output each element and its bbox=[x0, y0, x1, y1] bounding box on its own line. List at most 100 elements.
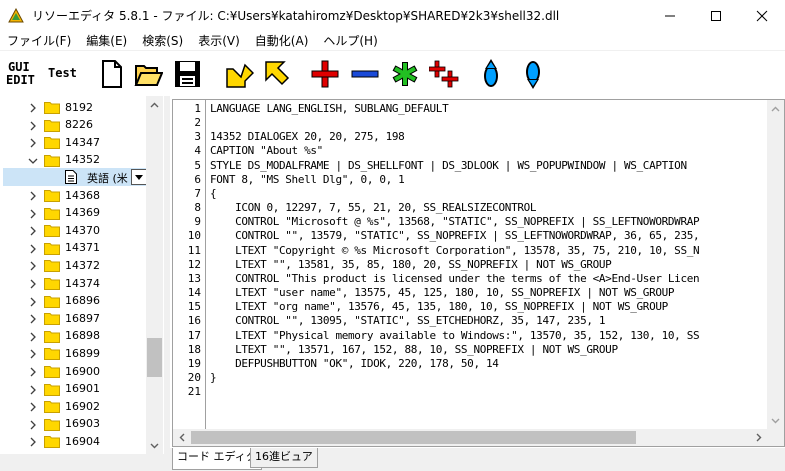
tree-item[interactable]: 8192 bbox=[0, 98, 146, 116]
tree-item[interactable]: 14347 bbox=[0, 133, 146, 151]
code-editor[interactable]: 1 2 3 4 5 6 7 8 9 10 11 12 13 14 15 16 17 18 19 20 21 LANGUA… bbox=[172, 99, 785, 447]
move-down-button[interactable] bbox=[518, 58, 548, 90]
code-line[interactable]: CAPTION "About %s" bbox=[210, 144, 323, 158]
code-line[interactable]: LTEXT "user name", 13575, 45, 125, 180, … bbox=[210, 286, 674, 300]
tab-hex-viewer[interactable]: 16進ビュア bbox=[250, 448, 318, 468]
editor-scroll-right-button[interactable] bbox=[750, 429, 767, 446]
menu-search[interactable]: 検索(S) bbox=[135, 32, 191, 49]
code-line[interactable]: LANGUAGE LANG_ENGLISH, SUBLANG_DEFAULT bbox=[210, 102, 449, 116]
close-button[interactable] bbox=[739, 0, 785, 31]
tree-item[interactable]: 16902 bbox=[0, 397, 146, 415]
chevron-right-icon[interactable] bbox=[28, 278, 38, 289]
code-line[interactable]: } bbox=[210, 371, 217, 385]
tree-scroll-thumb[interactable] bbox=[147, 338, 162, 377]
new-file-button[interactable] bbox=[96, 58, 126, 90]
tree-item[interactable]: 16896 bbox=[0, 292, 146, 310]
editor-vertical-scrollbar[interactable] bbox=[767, 100, 784, 429]
menu-file[interactable]: ファイル(F) bbox=[0, 32, 79, 49]
minimize-button[interactable] bbox=[647, 0, 693, 31]
tree-item[interactable]: 14372 bbox=[0, 256, 146, 274]
move-down-right-button[interactable] bbox=[224, 58, 255, 90]
chevron-right-icon[interactable] bbox=[28, 225, 38, 236]
chevron-right-icon[interactable] bbox=[28, 313, 38, 324]
code-line[interactable]: CONTROL "Microsoft @ %s", 13568, "STATIC… bbox=[210, 215, 700, 229]
tree-item-selected-language[interactable]: 英語 (米 bbox=[3, 168, 147, 187]
chevron-down-icon[interactable] bbox=[28, 155, 38, 165]
gui-edit-button[interactable]: GUI EDIT bbox=[6, 60, 36, 88]
chevron-right-icon[interactable] bbox=[28, 296, 38, 307]
menu-automation[interactable]: 自動化(A) bbox=[248, 32, 317, 49]
chevron-right-icon[interactable] bbox=[28, 401, 38, 412]
code-line[interactable]: FONT 8, "MS Shell Dlg", 0, 0, 1 bbox=[210, 173, 405, 187]
chevron-right-icon[interactable] bbox=[28, 120, 38, 131]
open-button[interactable] bbox=[133, 58, 164, 90]
editor-hscroll-thumb[interactable] bbox=[191, 431, 636, 444]
tree-scroll-down-button[interactable] bbox=[146, 437, 163, 454]
code-line[interactable]: CONTROL "", 13095, "STATIC", SS_ETCHEDHO… bbox=[210, 314, 605, 328]
test-button[interactable]: Test bbox=[46, 60, 78, 88]
tree-scroll-up-button[interactable] bbox=[146, 96, 163, 113]
language-dropdown-button[interactable] bbox=[131, 169, 147, 186]
code-line[interactable]: { bbox=[210, 187, 217, 201]
chevron-right-icon[interactable] bbox=[28, 208, 38, 219]
code-line[interactable]: CONTROL "", 13579, "STATIC", SS_NOPREFIX… bbox=[210, 229, 700, 243]
menu-help[interactable]: ヘルプ(H) bbox=[316, 32, 385, 49]
code-area[interactable]: LANGUAGE LANG_ENGLISH, SUBLANG_DEFAULT 14… bbox=[210, 100, 758, 429]
chevron-right-icon[interactable] bbox=[28, 331, 38, 342]
tree-item[interactable]: 14371 bbox=[0, 239, 146, 257]
code-line[interactable]: STYLE DS_MODALFRAME | DS_SHELLFONT | DS_… bbox=[210, 159, 687, 173]
save-button[interactable] bbox=[172, 58, 202, 90]
folder-icon bbox=[44, 294, 60, 308]
test-label: Test bbox=[48, 66, 77, 80]
chevron-right-icon[interactable] bbox=[28, 137, 38, 148]
move-up-button[interactable] bbox=[476, 58, 506, 90]
menu-edit[interactable]: 編集(E) bbox=[79, 32, 135, 49]
tree-item[interactable]: 14352 bbox=[0, 151, 146, 169]
maximize-button[interactable] bbox=[693, 0, 739, 31]
code-line[interactable]: ICON 0, 12297, 7, 55, 21, 20, SS_REALSIZ… bbox=[210, 201, 536, 215]
tree-item[interactable]: 8226 bbox=[0, 116, 146, 134]
chevron-right-icon[interactable] bbox=[28, 436, 38, 447]
editor-horizontal-scrollbar[interactable] bbox=[173, 429, 767, 446]
add-button[interactable] bbox=[310, 58, 340, 90]
chevron-right-icon[interactable] bbox=[28, 102, 38, 113]
tree-item[interactable]: 14370 bbox=[0, 221, 146, 239]
code-line[interactable]: LTEXT "Copyright © %s Microsoft Corporat… bbox=[210, 244, 700, 258]
chevron-right-icon[interactable] bbox=[28, 366, 38, 377]
tab-code-editor[interactable]: コード エディタ bbox=[172, 448, 262, 470]
tree-item[interactable]: 14369 bbox=[0, 204, 146, 222]
chevron-right-icon[interactable] bbox=[28, 190, 38, 201]
add-multiple-button[interactable] bbox=[428, 58, 459, 90]
code-line[interactable]: LTEXT "Physical memory available to Wind… bbox=[210, 329, 700, 343]
tree-item[interactable]: 16897 bbox=[0, 309, 146, 327]
code-line[interactable]: LTEXT "", 13581, 35, 85, 180, 20, SS_NOP… bbox=[210, 258, 612, 272]
chevron-right-icon[interactable] bbox=[28, 260, 38, 271]
panel-splitter[interactable] bbox=[164, 96, 170, 471]
tree-item[interactable]: 16898 bbox=[0, 327, 146, 345]
tree-item[interactable]: 16900 bbox=[0, 362, 146, 380]
move-up-left-button[interactable] bbox=[262, 58, 292, 90]
tree-item[interactable]: 16899 bbox=[0, 344, 146, 362]
code-line[interactable]: LTEXT "org name", 13576, 45, 135, 180, 1… bbox=[210, 300, 668, 314]
code-line[interactable]: 14352 DIALOGEX 20, 20, 275, 198 bbox=[210, 130, 405, 144]
edit-asterisk-button[interactable] bbox=[390, 58, 420, 90]
chevron-right-icon[interactable] bbox=[28, 348, 38, 359]
chevron-right-icon[interactable] bbox=[28, 243, 38, 254]
tree-item[interactable]: 14374 bbox=[0, 274, 146, 292]
delete-button[interactable] bbox=[350, 58, 380, 90]
code-line[interactable]: DEFPUSHBUTTON "OK", IDOK, 220, 178, 50, … bbox=[210, 357, 499, 371]
tree-vertical-scrollbar[interactable] bbox=[146, 96, 163, 454]
tree-item[interactable]: 16901 bbox=[0, 380, 146, 398]
chevron-right-icon[interactable] bbox=[28, 419, 38, 430]
tree-item[interactable]: 14368 bbox=[0, 186, 146, 204]
menu-view[interactable]: 表示(V) bbox=[191, 32, 248, 49]
editor-scroll-up-button[interactable] bbox=[767, 100, 784, 117]
tree-item[interactable]: 16904 bbox=[0, 432, 146, 450]
resource-tree[interactable]: 8192 8226 14347 14352 英語 (米 14368 14369 14370 14… bbox=[0, 96, 164, 454]
editor-scroll-down-button[interactable] bbox=[767, 412, 784, 429]
code-line[interactable]: LTEXT "", 13571, 167, 152, 88, 10, SS_NO… bbox=[210, 343, 618, 357]
tree-item[interactable]: 16903 bbox=[0, 415, 146, 433]
chevron-right-icon[interactable] bbox=[28, 384, 38, 395]
editor-scroll-left-button[interactable] bbox=[173, 429, 190, 446]
code-line[interactable]: CONTROL "This product is licensed under … bbox=[210, 272, 700, 286]
